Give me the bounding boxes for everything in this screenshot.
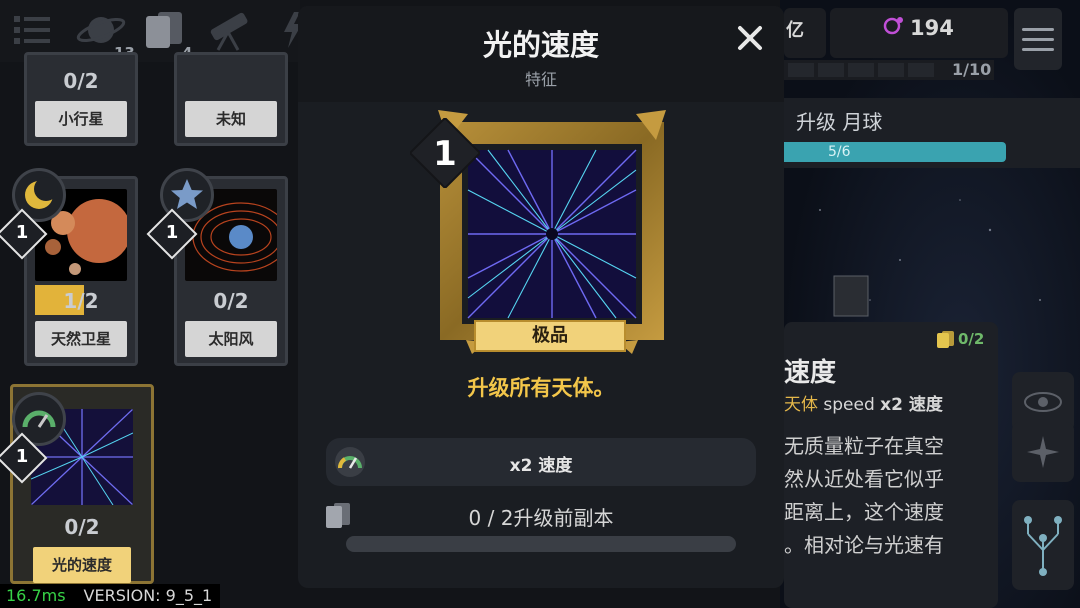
info-desc-line: 距离上，这个速度	[784, 500, 944, 524]
fps-counter: 16.7ms	[6, 586, 66, 605]
card-detail-modal: 光的速度 特征 1 极品 升级所有天体。 x2 速度 0 / 2升级前副本	[298, 6, 784, 588]
card-asteroid[interactable]: 0/2 小行星	[24, 52, 138, 146]
card-count: 0/2	[64, 515, 100, 539]
copies-progress-bar	[346, 536, 736, 552]
effect-row: x2 速度	[326, 438, 756, 486]
card-count: 1/2	[63, 289, 99, 313]
skill-tree-button[interactable]	[1012, 500, 1074, 590]
card-count: 0/2	[213, 289, 249, 313]
card-level: 1	[15, 446, 29, 467]
info-desc-line: 无质量粒子在真空	[784, 434, 944, 458]
card-description: 升级所有天体。	[467, 376, 615, 400]
card-label: 天然卫星	[35, 321, 127, 357]
modal-title: 光的速度	[482, 28, 599, 62]
copies-text: 0 / 2升级前副本	[468, 506, 614, 530]
upgrade-label: 升级 月球	[796, 110, 883, 134]
modal-subtitle: 特征	[524, 70, 557, 89]
star-button[interactable]	[1012, 422, 1074, 482]
info-title: 速度	[784, 358, 837, 388]
rarity-banner: 极品	[474, 320, 626, 352]
telescope-icon[interactable]	[206, 8, 250, 52]
card-level: 1	[15, 222, 29, 243]
effect-label: x2 速度	[509, 456, 573, 476]
card-label: 太阳风	[185, 321, 277, 357]
lightning-icon[interactable]	[280, 8, 300, 52]
close-button[interactable]	[730, 18, 770, 58]
info-desc-line: 然从近处看它似乎	[784, 467, 944, 491]
info-tags: 天体 speed x2 速度	[784, 390, 943, 415]
currency-partial: 亿	[786, 20, 804, 41]
close-icon	[738, 26, 762, 50]
card-unknown[interactable]: 未知	[174, 52, 288, 146]
cards-icon[interactable]	[142, 8, 186, 52]
card-level: 1	[165, 222, 179, 243]
info-copies: 0/2	[958, 330, 985, 348]
card-label: 光的速度	[33, 547, 131, 583]
checklist-icon[interactable]	[10, 8, 54, 52]
debug-overlay: 16.7ms VERSION: 9_5_1	[0, 584, 221, 608]
info-tag-effect: x2 速度	[880, 395, 943, 415]
card-label: 小行星	[35, 101, 127, 137]
info-tag-celestial: 天体	[784, 395, 818, 415]
menu-button[interactable]	[1014, 8, 1062, 70]
card-count: 0/2	[63, 69, 99, 93]
copies-icon	[936, 330, 956, 352]
upgrade-progress-text: 5/6	[828, 144, 851, 160]
card-label: 未知	[185, 101, 277, 137]
version-label: VERSION: 9_5_1	[83, 586, 213, 605]
gem-icon	[882, 14, 906, 44]
gems-count: 194	[910, 16, 954, 40]
stage-progress-text: 1/10	[952, 60, 992, 79]
info-tag-speed: speed	[823, 395, 875, 415]
card-level-number: 1	[433, 134, 457, 174]
info-description: 无质量粒子在真空 然从近处看它似乎 距离上，这个速度 。相对论与光速有	[784, 430, 966, 562]
info-desc-line: 。相对论与光速有	[784, 533, 944, 557]
upgrade-progress-fill	[784, 142, 1006, 162]
